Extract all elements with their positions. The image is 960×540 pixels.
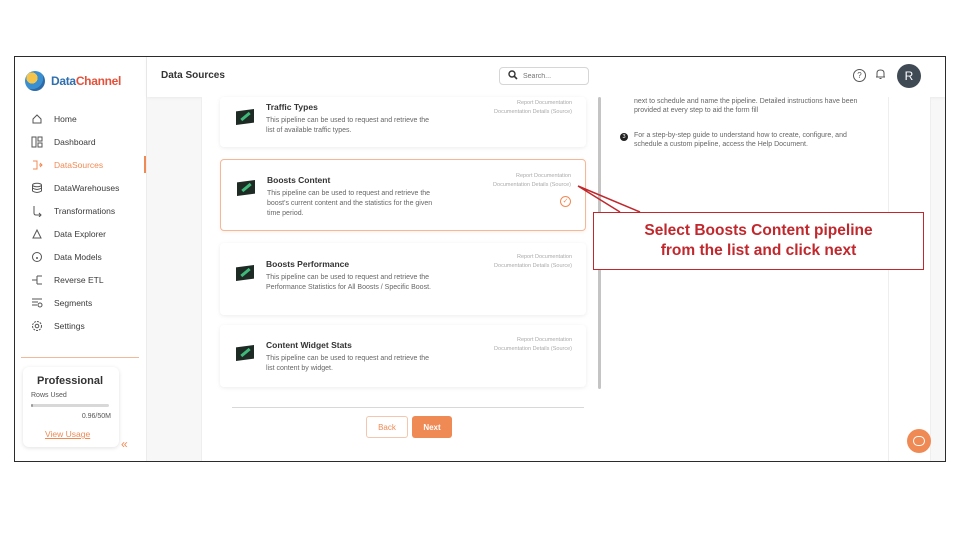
callout-line-2: from the list and click next (660, 242, 857, 259)
callout-arrow (577, 185, 641, 213)
instruction-callout: Select Boosts Content pipeline from the … (593, 212, 924, 270)
callout-line-1: Select Boosts Content pipeline (644, 222, 873, 239)
